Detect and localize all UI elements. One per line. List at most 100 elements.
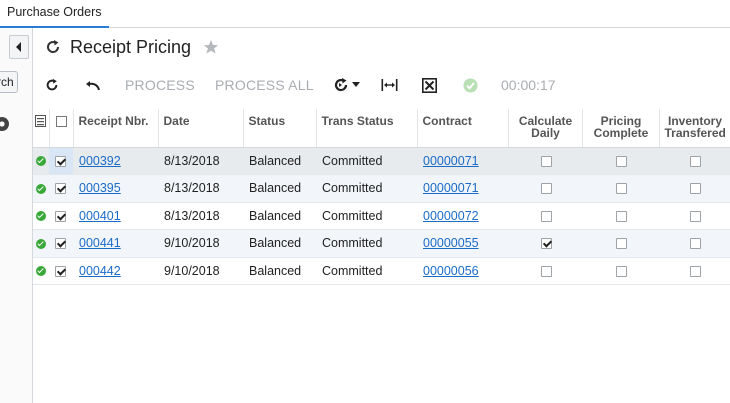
refresh-icon[interactable] [45, 39, 61, 55]
column-pricing-complete[interactable]: Pricing Complete [582, 109, 660, 148]
status-cell: Balanced [243, 147, 316, 175]
fit-columns-button[interactable] [381, 72, 398, 98]
table-row[interactable]: 000441 9/10/2018 Balanced Committed 00000055 [33, 229, 730, 258]
column-trans-status[interactable]: Trans Status [316, 109, 418, 148]
check-circle-icon [36, 238, 46, 249]
undo-icon [86, 81, 100, 91]
export-excel-icon [422, 77, 437, 93]
inventory-transfered-checkbox[interactable] [690, 155, 701, 167]
column-chooser-icon [35, 115, 46, 127]
column-status[interactable]: Status [243, 109, 317, 148]
row-status-cell [33, 257, 49, 285]
check-circle-icon [36, 183, 46, 194]
inventory-transfered-checkbox[interactable] [690, 238, 701, 250]
row-status-cell [33, 202, 49, 230]
calculate-daily-cell [508, 229, 582, 258]
row-status-cell [33, 147, 49, 175]
tab-purchase-orders[interactable]: Purchase Orders [0, 0, 110, 28]
row-select-checkbox[interactable] [55, 155, 66, 167]
select-all-header[interactable] [49, 109, 74, 148]
table-row[interactable]: 000392 8/13/2018 Balanced Committed 00000071 [33, 147, 730, 175]
receipt-nbr-link[interactable]: 000395 [79, 181, 121, 195]
export-excel-button[interactable] [422, 72, 437, 98]
receipt-nbr-link[interactable]: 000392 [79, 154, 121, 168]
pricing-complete-cell [582, 147, 659, 175]
calculate-daily-cell [508, 147, 582, 175]
receipt-nbr-cell: 000401 [73, 202, 158, 230]
contract-link[interactable]: 00000071 [423, 154, 479, 168]
pricing-complete-checkbox[interactable] [616, 183, 627, 195]
inventory-transfered-checkbox[interactable] [690, 183, 701, 195]
process-all-button[interactable]: PROCESS ALL [215, 72, 314, 98]
status-cell: Balanced [243, 202, 316, 230]
search-button[interactable]: rch [0, 71, 18, 93]
row-select-cell [49, 229, 73, 258]
calculate-daily-checkbox[interactable] [540, 183, 552, 195]
row-select-checkbox[interactable] [55, 183, 66, 195]
approve-button[interactable] [463, 72, 478, 98]
check-circle-icon [36, 156, 46, 167]
receipt-nbr-cell: 000441 [73, 229, 158, 258]
table-row[interactable]: 000442 9/10/2018 Balanced Committed 00000056 [33, 257, 730, 285]
table-row[interactable]: 000395 8/13/2018 Balanced Committed 00000071 [33, 174, 730, 203]
pricing-complete-checkbox[interactable] [616, 155, 627, 167]
toolbar: PROCESS PROCESS ALL 00:00:17 [45, 72, 730, 98]
select-all-checkbox[interactable] [55, 116, 67, 127]
star-icon[interactable] [203, 39, 219, 55]
calculate-daily-cell [508, 174, 582, 203]
receipt-nbr-cell: 000442 [73, 257, 158, 285]
pricing-complete-cell [582, 229, 659, 258]
pricing-complete-checkbox[interactable] [616, 265, 627, 277]
pricing-complete-checkbox[interactable] [616, 238, 627, 250]
calculate-daily-checkbox[interactable] [540, 155, 552, 167]
column-chooser-header[interactable] [33, 109, 50, 148]
row-select-cell [49, 257, 73, 285]
status-cell: Balanced [243, 174, 316, 203]
contract-link[interactable]: 00000056 [423, 264, 479, 278]
receipt-nbr-link[interactable]: 000401 [79, 209, 121, 223]
receipt-nbr-link[interactable]: 000441 [79, 236, 121, 250]
row-select-checkbox[interactable] [55, 265, 66, 277]
table-row[interactable]: 000401 8/13/2018 Balanced Committed 00000072 [33, 202, 730, 230]
inventory-transfered-cell [659, 229, 730, 258]
contract-cell: 00000055 [417, 229, 508, 258]
page-header: Receipt Pricing [45, 34, 219, 60]
row-select-cell [49, 147, 73, 175]
refresh-icon [46, 78, 58, 91]
date-cell: 9/10/2018 [158, 229, 243, 258]
row-select-checkbox[interactable] [55, 210, 66, 222]
gear-icon[interactable] [0, 114, 12, 134]
chevron-down-icon [352, 82, 360, 87]
row-select-cell [49, 174, 73, 203]
pricing-complete-checkbox[interactable] [616, 210, 627, 222]
inventory-transfered-cell [659, 257, 730, 285]
collapse-panel-button[interactable] [9, 35, 29, 59]
calculate-daily-checkbox[interactable] [540, 265, 552, 277]
process-button[interactable]: PROCESS [125, 72, 195, 98]
row-select-checkbox[interactable] [55, 238, 66, 250]
column-calculate-daily[interactable]: Calculate Daily [508, 109, 583, 148]
inventory-transfered-checkbox[interactable] [690, 265, 701, 277]
column-date[interactable]: Date [158, 109, 244, 148]
contract-link[interactable]: 00000071 [423, 181, 479, 195]
undo-button[interactable] [85, 72, 101, 98]
refresh-button[interactable] [45, 72, 59, 98]
receipt-nbr-link[interactable]: 000442 [79, 264, 121, 278]
page-title: Receipt Pricing [70, 36, 192, 57]
receipt-nbr-cell: 000392 [73, 147, 158, 175]
pricing-complete-cell [582, 202, 659, 230]
calculate-daily-checkbox[interactable] [540, 238, 552, 250]
schedule-dropdown-button[interactable] [333, 72, 360, 98]
contract-link[interactable]: 00000072 [423, 209, 479, 223]
inventory-transfered-checkbox[interactable] [690, 210, 701, 222]
column-contract[interactable]: Contract [417, 109, 509, 148]
receipts-grid: Receipt Nbr. Date Status Trans Status Co… [33, 109, 730, 285]
column-inventory-transfered[interactable]: Inventory Transfered [659, 109, 730, 148]
contract-link[interactable]: 00000055 [423, 236, 479, 250]
pricing-complete-cell [582, 257, 659, 285]
trans-status-cell: Committed [316, 202, 417, 230]
elapsed-timer: 00:00:17 [501, 77, 556, 93]
calculate-daily-checkbox[interactable] [540, 210, 552, 222]
date-cell: 8/13/2018 [158, 174, 243, 203]
column-receipt-nbr[interactable]: Receipt Nbr. [73, 109, 159, 148]
